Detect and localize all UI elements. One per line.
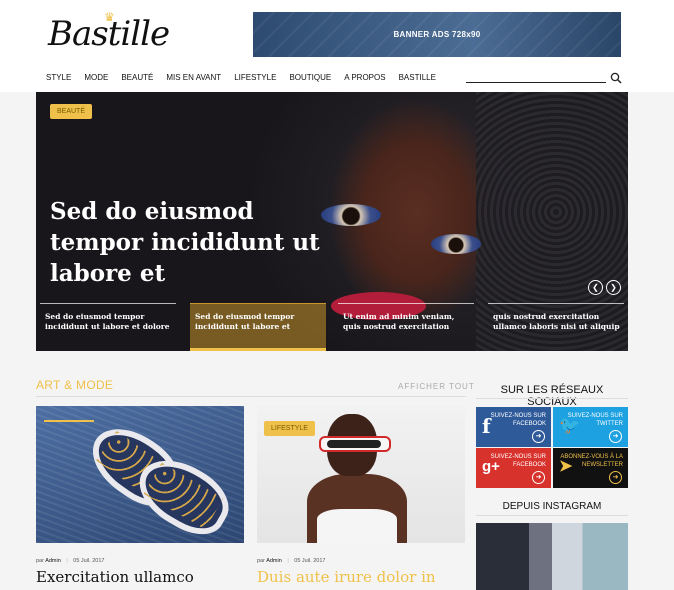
card-title[interactable]: Exercitation ullamco [36, 568, 194, 586]
hero-slide-title: Sed do eiusmod tempor incididunt ut labo… [45, 312, 170, 331]
google-plus-icon: g+ [482, 458, 500, 475]
post-date: 05 Juil. 2017 [294, 558, 326, 564]
social-section-title: SUR LES RÉSEAUX SOCIAUX [500, 384, 604, 408]
nav-item-boutique[interactable]: BOUTIQUE [289, 73, 331, 82]
nav-item-bastille[interactable]: BASTILLE [399, 73, 436, 82]
author-name[interactable]: Admin [45, 558, 61, 564]
card-title[interactable]: Duis aute irure dolor in [257, 568, 436, 586]
social-label: SUIVEZ-NOUS SUR FACEBOOK [490, 413, 546, 427]
twitter-icon: 🐦 [559, 416, 581, 435]
crown-icon: ♛ [104, 10, 115, 24]
arrow-right-circle-icon: ➜ [532, 471, 545, 484]
instagram-divider [476, 515, 628, 516]
card-image-shoes[interactable] [36, 406, 244, 546]
paper-plane-icon: ➤ [559, 458, 573, 475]
card-accent-bar [44, 420, 94, 422]
author-prefix: par [36, 558, 44, 564]
author-name[interactable]: Admin [266, 558, 282, 564]
nav-item-mode[interactable]: MODE [84, 73, 108, 82]
hero-slide-4[interactable]: quis nostrud exercitation ullamco labori… [488, 303, 624, 351]
main-nav: STYLE MODE BEAUTÉ MIS EN AVANT LIFESTYLE… [46, 73, 449, 82]
search-underline [466, 82, 606, 83]
card-meta: par Admin | 05 Juil. 2017 [257, 558, 325, 564]
section-title: ART & MODE [36, 378, 114, 392]
banner-ad[interactable]: BANNER ADS 728x90 [253, 12, 621, 57]
hero-slide-3[interactable]: Ut enim ad minim veniam, quis nostrud ex… [338, 303, 474, 351]
site-logo[interactable]: Bastille ♛ [48, 10, 170, 54]
social-twitter-button[interactable]: 🐦 SUIVEZ-NOUS SUR TWITTER ➜ [553, 407, 628, 447]
section-divider [36, 396, 466, 397]
portrait-figure [307, 414, 407, 543]
nav-item-a-propos[interactable]: A PROPOS [344, 73, 385, 82]
meta-separator: | [66, 558, 68, 564]
arrow-right-circle-icon: ➜ [609, 471, 622, 484]
hero-slide-title: quis nostrud exercitation ullamco labori… [493, 312, 620, 331]
post-date: 05 Juil. 2017 [73, 558, 105, 564]
hero-eye-right [431, 234, 481, 254]
facebook-icon: f [482, 414, 491, 438]
nav-item-lifestyle[interactable]: LIFESTYLE [234, 73, 276, 82]
hero-slide-title: Sed do eiusmod tempor incididunt ut labo… [195, 312, 295, 331]
meta-separator: | [287, 558, 289, 564]
social-facebook-button[interactable]: f SUIVEZ-NOUS SUR FACEBOOK ➜ [476, 407, 551, 447]
instagram-image[interactable] [476, 523, 628, 590]
nav-item-style[interactable]: STYLE [46, 73, 71, 82]
chevron-left-icon[interactable]: ❮ [588, 280, 603, 295]
instagram-section-title: DEPUIS INSTAGRAM [502, 501, 602, 512]
social-divider [476, 398, 628, 399]
nav-item-mis-en-avant[interactable]: MIS EN AVANT [166, 73, 221, 82]
nav-item-beaute[interactable]: BEAUTÉ [121, 73, 153, 82]
search-icon[interactable] [610, 72, 622, 84]
banner-ad-label: BANNER ADS 728x90 [393, 30, 481, 39]
arrow-right-circle-icon: ➜ [532, 430, 545, 443]
hero-slide-title: Ut enim ad minim veniam, quis nostrud ex… [343, 312, 455, 331]
hero-slide-2[interactable]: Sed do eiusmod tempor incididunt ut labo… [190, 303, 326, 351]
hero-slider-controls: ❮ ❯ [588, 280, 621, 295]
card-meta: par Admin | 05 Juil. 2017 [36, 558, 104, 564]
hero-slide-1[interactable]: Sed do eiusmod tempor incididunt ut labo… [40, 303, 176, 351]
card-category-badge[interactable]: LIFESTYLE [264, 421, 315, 436]
social-google-plus-button[interactable]: g+ SUIVEZ-NOUS SUR FACEBOOK ➜ [476, 448, 551, 488]
view-all-link[interactable]: AFFICHER TOUT [398, 382, 475, 391]
hero-headline[interactable]: Sed do eiusmod tempor incididunt ut labo… [50, 196, 350, 289]
author-prefix: par [257, 558, 265, 564]
hero-category-badge[interactable]: BEAUTÉ [50, 104, 93, 119]
arrow-right-circle-icon: ➜ [609, 430, 622, 443]
chevron-right-icon[interactable]: ❯ [606, 280, 621, 295]
newsletter-button[interactable]: ➤ ABONNEZ-VOUS À LA NEWSLETTER ➜ [553, 448, 628, 488]
